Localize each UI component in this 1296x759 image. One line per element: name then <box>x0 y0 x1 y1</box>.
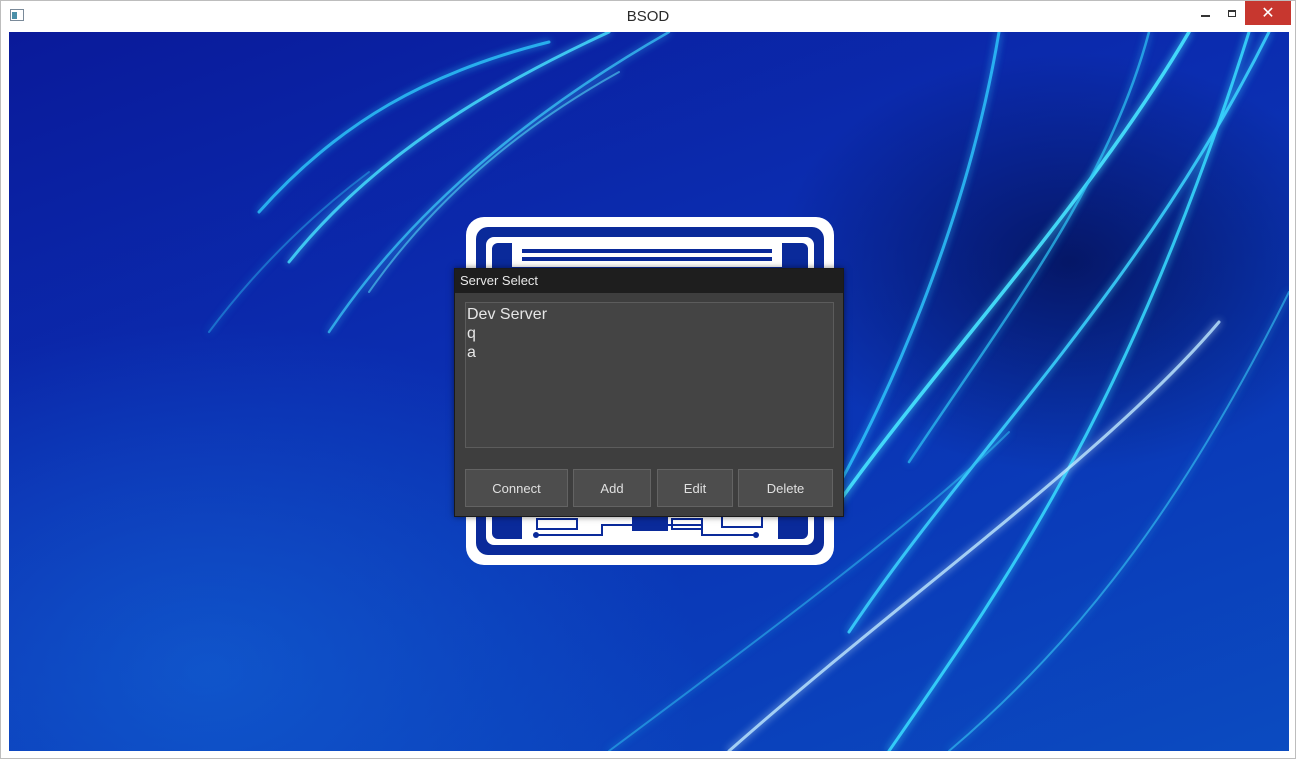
dialog-title: Server Select <box>455 269 843 293</box>
server-select-dialog: Server Select Dev Server q a Connect Add… <box>454 268 844 517</box>
server-item-a[interactable]: a <box>467 343 833 362</box>
maximize-button[interactable] <box>1219 1 1245 25</box>
window-title: BSOD <box>626 8 670 25</box>
maximize-icon <box>1228 9 1236 17</box>
game-viewport: Server Select Dev Server q a Connect Add… <box>9 32 1289 751</box>
app-window: BSOD ✕ Server Select Dev Server q a Conn… <box>0 0 1296 759</box>
window-titlebar[interactable]: BSOD ✕ <box>1 1 1295 32</box>
close-button[interactable]: ✕ <box>1245 1 1291 25</box>
minimize-icon <box>1200 15 1210 17</box>
server-list[interactable]: Dev Server q a <box>465 302 834 448</box>
delete-button[interactable]: Delete <box>738 469 833 507</box>
connect-button[interactable]: Connect <box>465 469 568 507</box>
edit-button[interactable]: Edit <box>657 469 733 507</box>
server-item-dev[interactable]: Dev Server <box>467 305 833 324</box>
close-icon: ✕ <box>1261 5 1275 22</box>
server-item-q[interactable]: q <box>467 324 833 343</box>
add-button[interactable]: Add <box>573 469 651 507</box>
minimize-button[interactable] <box>1191 1 1219 25</box>
